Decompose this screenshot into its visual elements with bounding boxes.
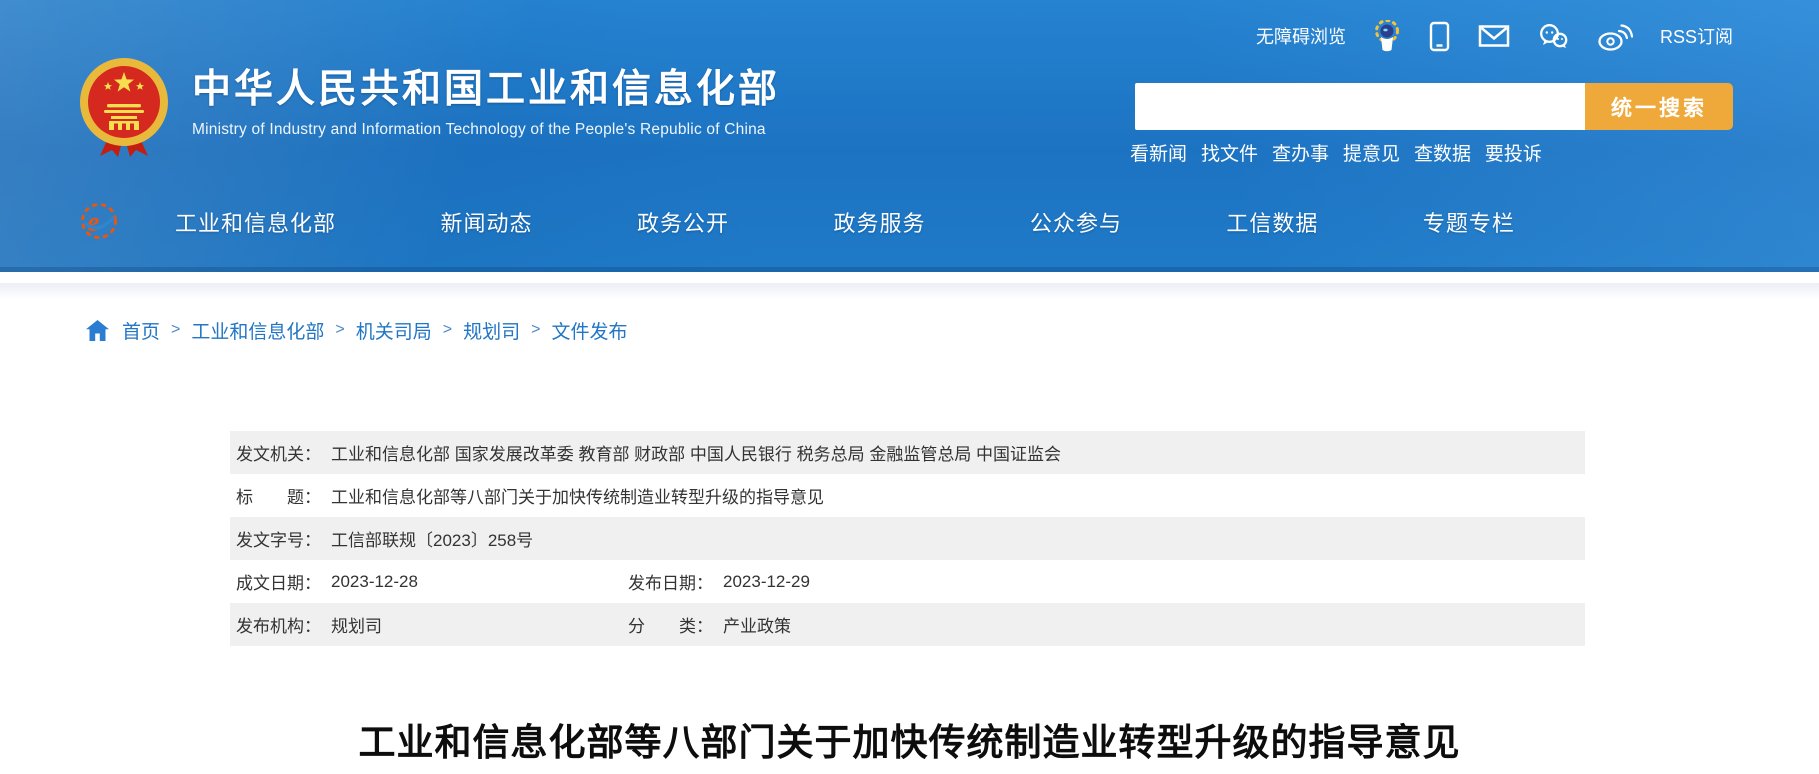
main-nav: 工业和信息化部 新闻动态 政务公开 政务服务 公众参与 工信数据 专题专栏 (175, 200, 1515, 244)
page: 无障碍浏览 (0, 0, 1819, 774)
table-row-publisher-category: 发布机构： 规划司 分 类： 产业政策 (230, 603, 1585, 646)
row-value: 2023-12-28 (331, 572, 418, 592)
row-value: 工业和信息化部等八部门关于加快传统制造业转型升级的指导意见 (331, 483, 824, 508)
row-label: 发文字号： (236, 526, 321, 551)
search-button[interactable]: 统一搜索 (1585, 83, 1733, 130)
breadcrumb-home[interactable]: 首页 (122, 317, 160, 344)
search-input[interactable] (1135, 83, 1585, 130)
nav-item-special[interactable]: 专题专栏 (1423, 206, 1515, 238)
breadcrumb-departments[interactable]: 机关司局 (356, 317, 432, 344)
article-title: 工业和信息化部等八部门关于加快传统制造业转型升级的指导意见 (0, 712, 1819, 766)
national-emblem-icon (78, 56, 170, 163)
row-label: 发布机构： (236, 612, 321, 637)
table-row-title: 标 题： 工业和信息化部等八部门关于加快传统制造业转型升级的指导意见 (230, 474, 1585, 517)
breadcrumb: 首页 > 工业和信息化部 > 机关司局 > 规划司 > 文件发布 (86, 316, 627, 344)
row-label: 标 题： (236, 483, 321, 508)
row-label2: 发布日期： (628, 569, 713, 594)
rss-link[interactable]: RSS订阅 (1660, 23, 1733, 49)
wechat-icon[interactable] (1537, 23, 1570, 50)
nav-item-gov-info[interactable]: 政务公开 (637, 206, 729, 238)
row-value: 工信部联规〔2023〕258号 (331, 526, 533, 551)
robot-icon[interactable] (1373, 20, 1401, 52)
row-label: 发文机关： (236, 440, 321, 465)
brand: 中华人民共和国工业和信息化部 Ministry of Industry and … (78, 56, 780, 163)
breadcrumb-miit[interactable]: 工业和信息化部 (191, 317, 324, 344)
row-value: 工业和信息化部 国家发展改革委 教育部 财政部 中国人民银行 税务总局 金融监管… (331, 440, 1061, 465)
topbar: 无障碍浏览 (1256, 20, 1733, 52)
doc-info-table: 发文机关： 工业和信息化部 国家发展改革委 教育部 财政部 中国人民银行 税务总… (230, 431, 1585, 646)
accessibility-link[interactable]: 无障碍浏览 (1256, 23, 1346, 49)
nav-item-gov-services[interactable]: 政务服务 (833, 206, 925, 238)
quick-link-services[interactable]: 查办事 (1272, 139, 1329, 166)
row-value: 规划司 (331, 612, 382, 637)
home-icon[interactable] (86, 320, 109, 341)
quick-link-news[interactable]: 看新闻 (1130, 139, 1187, 166)
nav-item-news[interactable]: 新闻动态 (440, 206, 532, 238)
site-title: 中华人民共和国工业和信息化部 (192, 68, 780, 113)
table-row-doc-number: 发文字号： 工信部联规〔2023〕258号 (230, 517, 1585, 560)
site-subtitle: Ministry of Industry and Information Tec… (192, 121, 780, 139)
quick-link-files[interactable]: 找文件 (1201, 139, 1258, 166)
row-label: 成文日期： (236, 569, 321, 594)
brand-text: 中华人民共和国工业和信息化部 Ministry of Industry and … (192, 56, 780, 139)
row-label2: 分 类： (628, 612, 713, 637)
quick-links: 看新闻 找文件 查办事 提意见 查数据 要投诉 (1130, 139, 1542, 166)
table-row-issuing-organ: 发文机关： 工业和信息化部 国家发展改革委 教育部 财政部 中国人民银行 税务总… (230, 431, 1585, 474)
site-header: 无障碍浏览 (0, 0, 1819, 272)
row-value2: 产业政策 (723, 612, 791, 637)
nav-item-data[interactable]: 工信数据 (1226, 206, 1318, 238)
breadcrumb-separator: > (171, 321, 180, 339)
svg-text:e: e (87, 207, 99, 238)
header-shadow-band (0, 283, 1819, 300)
nav-item-participation[interactable]: 公众参与 (1030, 206, 1122, 238)
miit-e-logo-icon: e (80, 202, 118, 240)
quick-link-complaint[interactable]: 要投诉 (1485, 139, 1542, 166)
breadcrumb-document-release[interactable]: 文件发布 (551, 317, 627, 344)
breadcrumb-separator: > (443, 321, 452, 339)
mail-icon[interactable] (1478, 24, 1510, 48)
weibo-icon[interactable] (1597, 22, 1633, 51)
mobile-icon[interactable] (1428, 21, 1451, 52)
row-value2: 2023-12-29 (723, 572, 810, 592)
table-row-dates: 成文日期： 2023-12-28 发布日期： 2023-12-29 (230, 560, 1585, 603)
breadcrumb-planning-dept[interactable]: 规划司 (463, 317, 520, 344)
nav-item-miit[interactable]: 工业和信息化部 (175, 206, 336, 238)
breadcrumb-separator: > (335, 321, 344, 339)
quick-link-feedback[interactable]: 提意见 (1343, 139, 1400, 166)
quick-link-data[interactable]: 查数据 (1414, 139, 1471, 166)
breadcrumb-separator: > (531, 321, 540, 339)
